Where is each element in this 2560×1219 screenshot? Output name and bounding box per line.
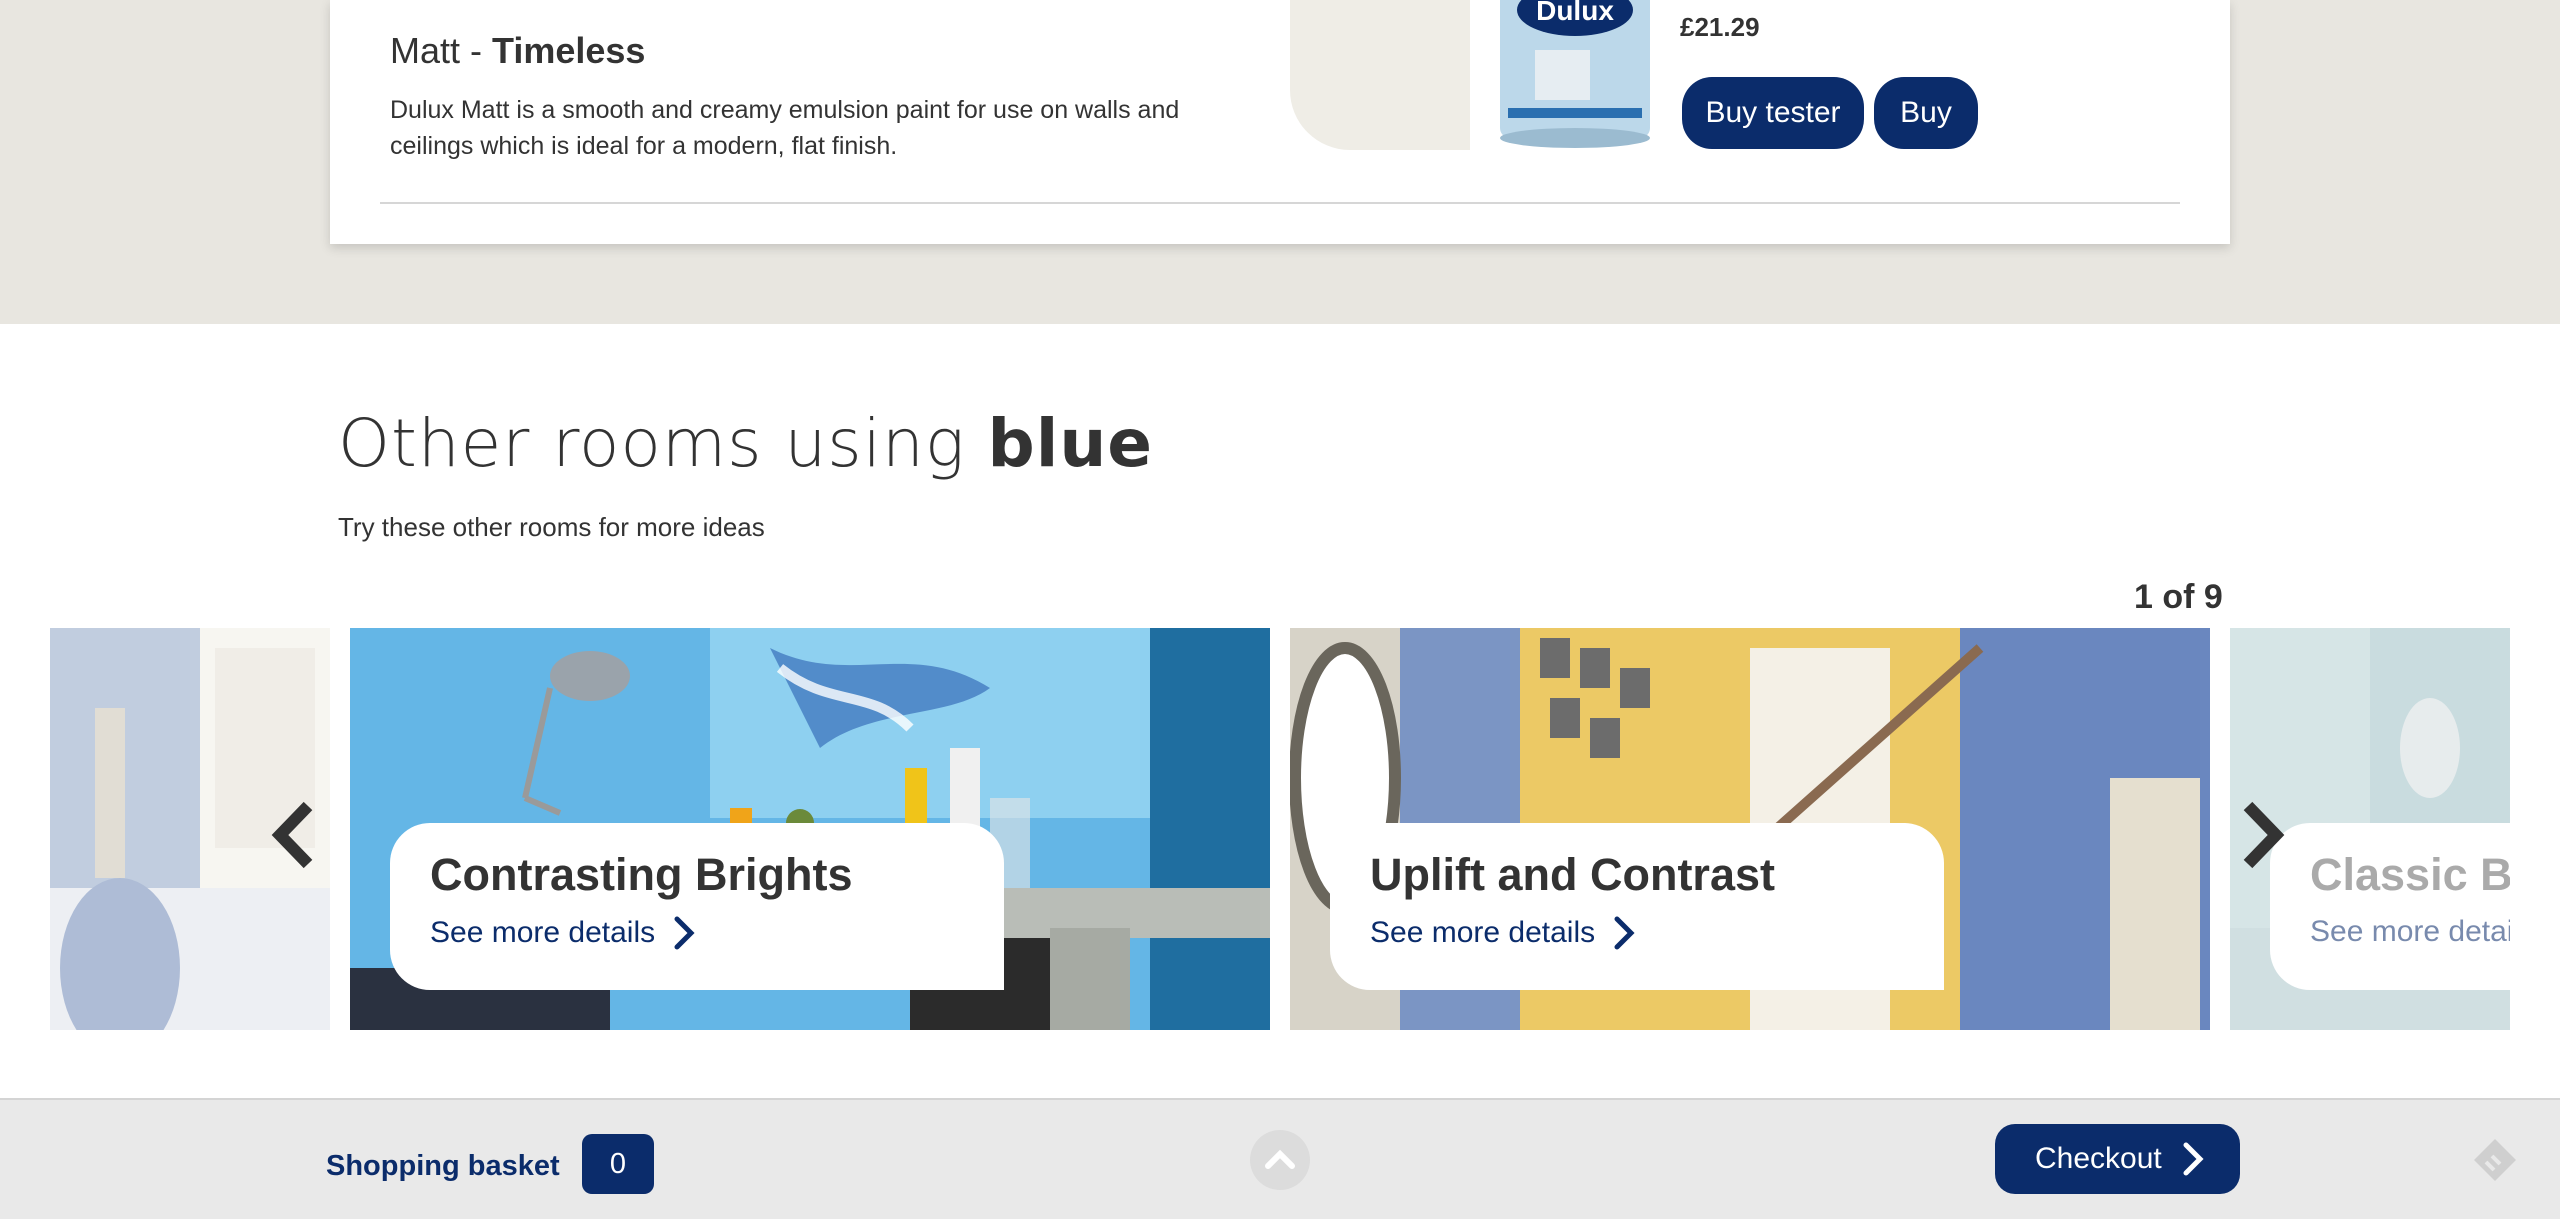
checkout-button[interactable]: Checkout	[1995, 1124, 2240, 1194]
tag-icon[interactable]	[2470, 1135, 2520, 1185]
chevron-left-icon[interactable]	[266, 800, 326, 870]
chevron-right-icon	[1614, 916, 1635, 950]
slide-title: Contrasting Brights	[430, 849, 853, 900]
price: £21.29	[1680, 12, 1760, 42]
scroll-to-top-button[interactable]	[1250, 1130, 1310, 1190]
colour-swatch	[1290, 0, 1470, 150]
rooms-carousel: Contrasting Brights See more details Upl…	[0, 628, 2560, 1030]
slide-contrasting-brights[interactable]: Contrasting Brights See more details	[350, 628, 1270, 1030]
finish-name: Timeless	[492, 30, 646, 71]
slide-title: Classic Bl	[2310, 849, 2510, 900]
slide-caption: Contrasting Brights See more details	[390, 823, 1004, 990]
carousel-pager: 1 of 9	[2134, 578, 2223, 616]
basket-footer: Shopping basket 0 Checkout	[0, 1098, 2560, 1219]
chevron-up-icon	[1265, 1149, 1295, 1169]
link-label: See more details	[1370, 916, 1596, 949]
chevron-right-icon[interactable]	[2230, 800, 2290, 870]
see-more-details-link[interactable]: See more detail	[2310, 915, 2510, 949]
finish-prefix: Matt -	[390, 30, 493, 71]
section-subtitle: Try these other rooms for more ideas	[338, 512, 765, 542]
see-more-details-link[interactable]: See more details	[430, 915, 695, 951]
basket-count-badge[interactable]: 0	[582, 1134, 654, 1194]
divider	[380, 202, 2180, 204]
link-label: See more detail	[2310, 915, 2510, 948]
slide-uplift-and-contrast[interactable]: Uplift and Contrast See more details	[1290, 628, 2210, 1030]
link-label: See more details	[430, 916, 656, 949]
buy-button[interactable]: Buy	[1874, 77, 1978, 149]
slide-caption: Classic Bl See more detail	[2270, 823, 2510, 990]
shopping-basket-label[interactable]: Shopping basket	[326, 1150, 560, 1183]
section-title-prefix: Other rooms using	[338, 405, 988, 482]
checkout-label: Checkout	[2035, 1142, 2162, 1175]
buy-tester-button[interactable]: Buy tester	[1682, 77, 1864, 149]
slide-title: Uplift and Contrast	[1370, 849, 1775, 900]
product-band: Matt - Timeless Dulux Matt is a smooth a…	[0, 0, 2560, 324]
section-title-accent: blue	[987, 405, 1154, 482]
chevron-right-icon	[2183, 1142, 2204, 1176]
can-brand: Dulux	[1536, 0, 1614, 26]
product-description: Dulux Matt is a smooth and creamy emulsi…	[390, 96, 1180, 160]
section-title: Other rooms using blue	[338, 405, 1153, 482]
chevron-right-icon	[674, 916, 695, 950]
paint-can-image: Dulux	[1500, 0, 1650, 148]
product-card: Matt - Timeless Dulux Matt is a smooth a…	[330, 0, 2230, 244]
slide-caption: Uplift and Contrast See more details	[1330, 823, 1944, 990]
see-more-details-link[interactable]: See more details	[1370, 915, 1635, 951]
product-title: Matt - Timeless	[390, 30, 645, 72]
